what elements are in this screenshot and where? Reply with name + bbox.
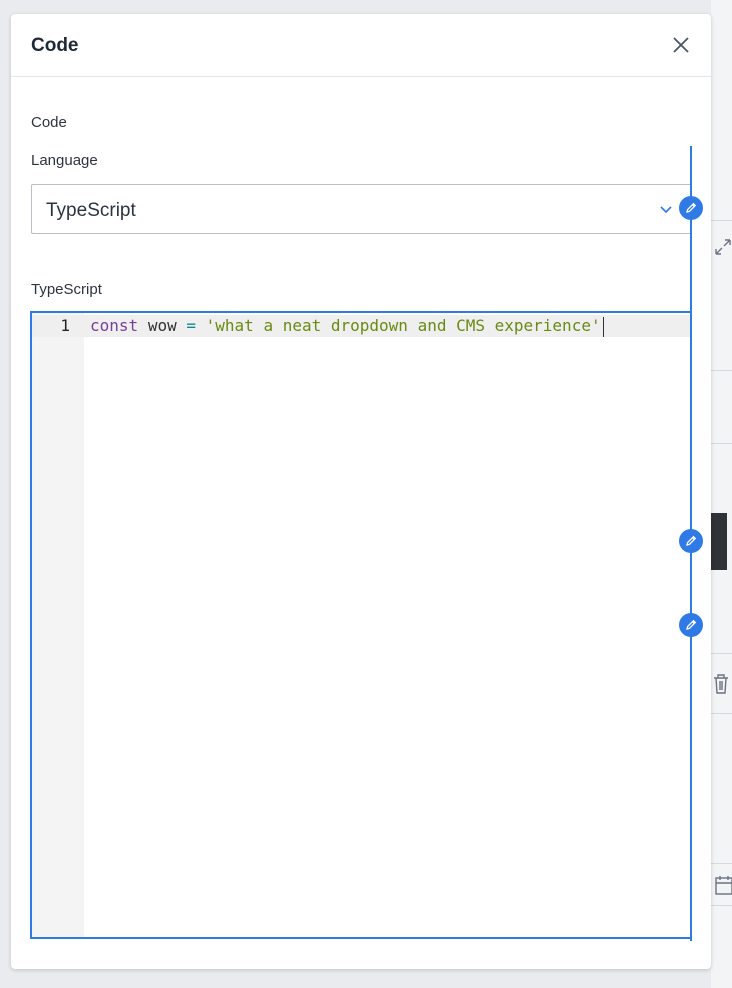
modal-title: Code (31, 35, 79, 56)
line-number: 1 (60, 316, 70, 335)
background-page-right (711, 0, 732, 988)
code-modal: Code Code Language TypeScript TypeScript… (11, 14, 711, 969)
background-divider (711, 370, 732, 371)
background-divider (711, 905, 732, 906)
code-keyword: const (90, 316, 139, 335)
background-divider (711, 653, 732, 654)
language-select[interactable]: TypeScript (31, 184, 692, 234)
background-divider (711, 443, 732, 444)
text-cursor (602, 316, 604, 337)
code-identifier: wow (147, 316, 177, 335)
chevron-down-icon (660, 206, 672, 214)
pencil-icon[interactable] (679, 196, 703, 220)
pencil-icon[interactable] (679, 529, 703, 553)
background-divider (711, 863, 732, 864)
pencil-icon[interactable] (679, 613, 703, 637)
close-icon[interactable] (669, 33, 693, 57)
calendar-icon (715, 876, 732, 895)
background-divider (711, 713, 732, 714)
editor-label: TypeScript (31, 281, 102, 298)
code-operator: = (186, 316, 196, 335)
section-label: Code (31, 114, 67, 131)
editor-gutter (32, 313, 84, 937)
code-string: 'what a neat dropdown and CMS experience… (205, 316, 601, 335)
trash-icon (714, 674, 728, 694)
background-divider (711, 220, 732, 221)
language-select-value: TypeScript (46, 200, 136, 221)
code-line[interactable]: const wow = 'what a neat dropdown and CM… (90, 315, 604, 337)
expand-icon (715, 239, 731, 255)
modal-header: Code (11, 14, 711, 77)
code-editor[interactable]: 1 const wow = 'what a neat dropdown and … (30, 311, 692, 939)
language-label: Language (31, 152, 98, 169)
background-dark-bar (711, 513, 727, 570)
